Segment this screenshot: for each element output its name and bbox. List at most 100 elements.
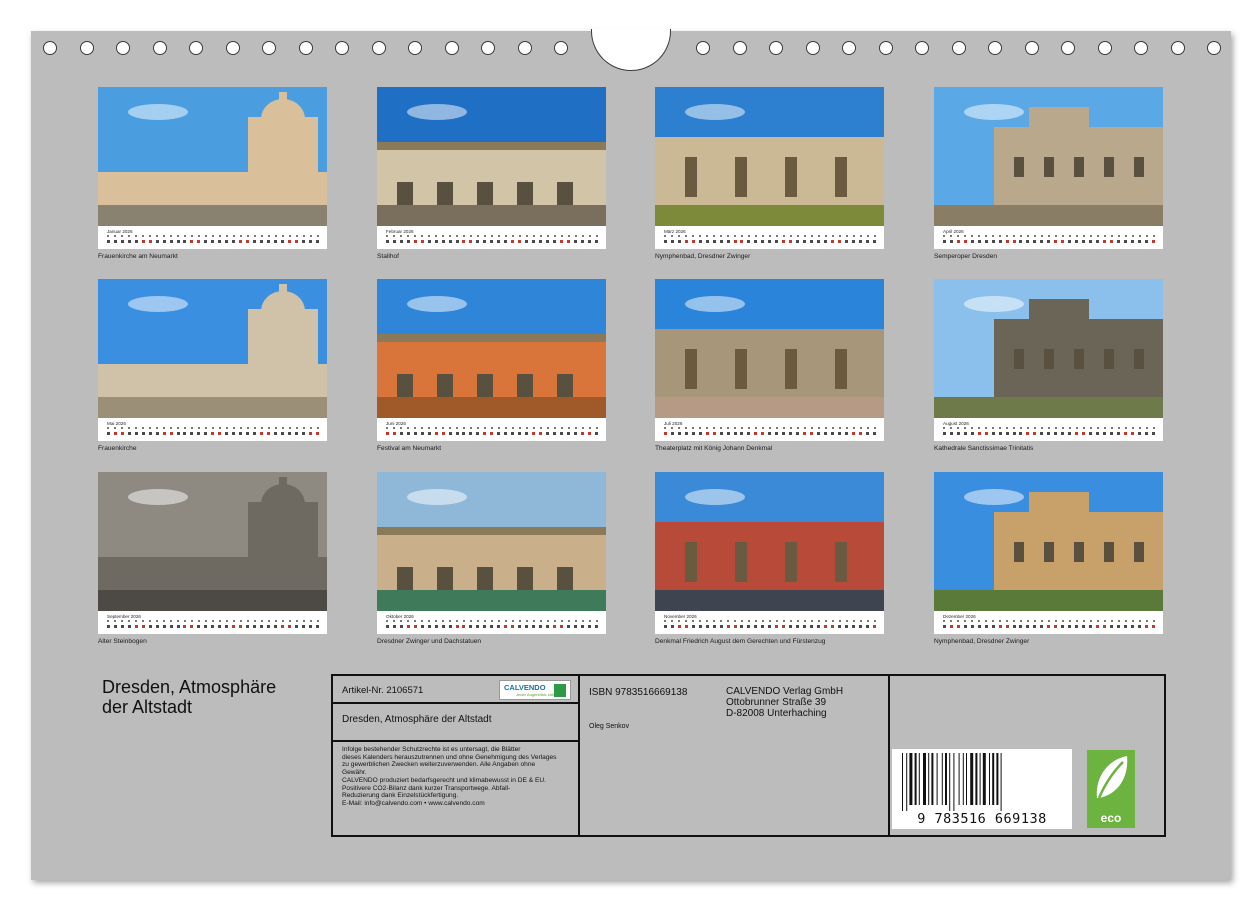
month-tile: Juli 2026 Theaterplatz mit König Johann D… <box>655 279 884 452</box>
divider <box>333 702 578 704</box>
month-name: November 2026 <box>664 614 697 619</box>
calendar-title-line: der Altstadt <box>102 697 193 717</box>
month-calendar-strip: Oktober 2026 <box>377 611 606 634</box>
month-photo <box>98 87 327 226</box>
binding-hole <box>517 41 532 55</box>
isbn: ISBN 9783516669138 <box>589 687 688 698</box>
leaf-icon <box>1096 756 1128 799</box>
month-tile: April 2026 Semperoper Dresden <box>934 87 1163 260</box>
binding-hole <box>915 41 929 55</box>
day-number-row <box>386 432 598 435</box>
month-calendar-strip: März 2026 <box>655 226 884 249</box>
binding-hole <box>444 41 459 55</box>
legal-line: CALVENDO produziert bedarfsgerecht und k… <box>342 776 547 784</box>
month-tile: Februar 2026 Stallhof <box>377 87 606 260</box>
binding-hole <box>262 41 276 55</box>
binding-hole <box>1024 41 1039 55</box>
month-name: Januar 2026 <box>107 229 133 234</box>
eco-badge: eco <box>1087 750 1135 828</box>
article-number: Artikel-Nr. 2106571 <box>342 685 424 696</box>
binding-hole <box>554 41 568 55</box>
binding-hole <box>696 41 710 55</box>
month-name: April 2026 <box>943 229 964 234</box>
publisher-line: D-82008 Unterhaching <box>726 708 827 719</box>
day-number-row <box>664 432 876 435</box>
month-photo <box>934 279 1163 418</box>
binding-hole <box>408 41 422 55</box>
weekday-row <box>107 620 319 622</box>
month-name: Februar 2026 <box>386 229 414 234</box>
month-calendar-strip: Dezember 2026 <box>934 611 1163 634</box>
legal-notice: Infolge bestehender Schutzrechte ist es … <box>342 746 580 808</box>
divider <box>333 740 578 742</box>
binding-hole <box>1134 41 1148 55</box>
binding-hole <box>481 41 495 55</box>
month-tile: März 2026 Nymphenbad, Dresdner Zwinger <box>655 87 884 260</box>
month-caption: Theaterplatz mit König Johann Denkmal <box>655 445 773 452</box>
weekday-row <box>664 235 876 237</box>
binding-hole <box>951 41 966 55</box>
binding-hole <box>1097 41 1112 55</box>
month-caption: Frauenkirche am Neumarkt <box>98 253 178 260</box>
month-photo <box>98 472 327 611</box>
month-name: Oktober 2026 <box>386 614 414 619</box>
binding-hole <box>769 41 783 55</box>
legal-line: Gewähr. <box>342 769 367 777</box>
month-tile: November 2026 Denkmal Friedrich August de… <box>655 472 884 645</box>
day-number-row <box>943 625 1155 628</box>
divider <box>888 676 890 835</box>
month-caption: Semperoper Dresden <box>934 253 998 260</box>
month-calendar-strip: Februar 2026 <box>377 226 606 249</box>
month-photo <box>98 279 327 418</box>
month-name: Dezember 2026 <box>943 614 976 619</box>
weekday-row <box>386 427 598 429</box>
weekday-row <box>943 427 1155 429</box>
day-number-row <box>386 240 598 243</box>
weekday-row <box>943 235 1155 237</box>
month-caption: Dresdner Zwinger und Dachstatuen <box>377 638 482 645</box>
month-photo <box>377 472 606 611</box>
month-tile: Juni 2026 Festival am Neumarkt <box>377 279 606 452</box>
publisher-address: CALVENDO Verlag GmbH Ottobrunner Straße … <box>726 686 843 719</box>
calvendo-logo: CALVENDO Jeder Augenblick zählt <box>499 680 571 700</box>
day-number-row <box>386 625 598 628</box>
month-photo <box>655 279 884 418</box>
legal-line: Reduzierung dank Einzelstückfertigung. <box>342 792 459 800</box>
month-caption: Frauenkirche <box>98 445 137 452</box>
month-calendar-strip: September 2026 <box>98 611 327 634</box>
binding-hole <box>988 41 1002 55</box>
binding-hole <box>878 41 893 55</box>
day-number-row <box>107 432 319 435</box>
binding-hole <box>189 41 203 55</box>
binding-hole <box>43 41 57 55</box>
month-tile: Januar 2026 Frauenkirche am Neumarkt <box>98 87 327 260</box>
calvendo-mark-icon <box>554 684 566 697</box>
weekday-row <box>107 427 319 429</box>
month-photo <box>377 87 606 226</box>
month-caption: Denkmal Friedrich August dem Gerechten u… <box>655 638 826 645</box>
binding-hole <box>1170 41 1185 55</box>
month-photo <box>934 472 1163 611</box>
month-tile: Oktober 2026 Dresdner Zwinger und Dachsta… <box>377 472 606 645</box>
month-caption: Stallhof <box>377 253 399 260</box>
binding-hole <box>732 41 747 55</box>
weekday-row <box>664 427 876 429</box>
product-info-box: Artikel-Nr. 2106571 CALVENDO Jeder Augen… <box>331 674 1166 837</box>
calvendo-logo-text: CALVENDO <box>504 683 546 692</box>
binding-hole <box>1061 41 1075 55</box>
day-number-row <box>107 625 319 628</box>
legal-line: zu gewerblichen Zwecken weiterzuverwende… <box>342 761 536 769</box>
month-name: September 2026 <box>107 614 141 619</box>
binding-hole <box>805 41 820 55</box>
weekday-row <box>107 235 319 237</box>
calvendo-logo-slogan: Jeder Augenblick zählt <box>516 692 557 697</box>
binding-hole <box>152 41 167 55</box>
month-name: März 2026 <box>664 229 686 234</box>
barcode: 9 783516 669138 <box>892 749 1072 829</box>
month-tile: Dezember 2026 Nymphenbad, Dresdner Zwinge… <box>934 472 1163 645</box>
calendar-title-line: Dresden, Atmosphäre <box>102 677 277 697</box>
product-title: Dresden, Atmosphäre der Altstadt <box>342 714 492 725</box>
publisher-line: Ottobrunner Straße 39 <box>726 697 827 708</box>
binding-hole <box>335 41 349 55</box>
month-photo <box>655 87 884 226</box>
